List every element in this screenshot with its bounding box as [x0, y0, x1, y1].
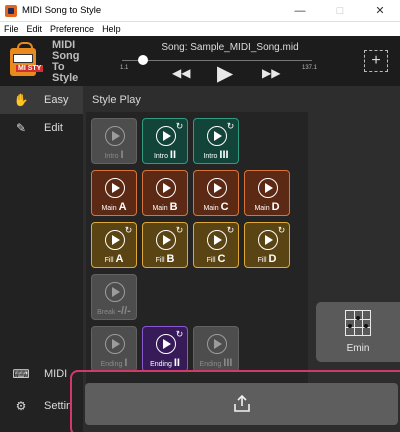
menu-bar: File Edit Preference Help	[0, 22, 400, 36]
pad-ending-2[interactable]: ↻ Ending II	[142, 326, 188, 372]
pad-ending-1[interactable]: Ending I	[91, 326, 137, 372]
sidebar-item-label: Settin	[44, 400, 73, 412]
chord-button[interactable]: Emin	[316, 302, 400, 362]
pad-fill-1[interactable]: ↻ Fill A	[91, 222, 137, 268]
play-circle-icon	[105, 178, 125, 198]
menu-help[interactable]: Help	[98, 24, 125, 34]
pad-label: Main D	[254, 201, 280, 213]
play-icon[interactable]: ▶	[217, 61, 233, 86]
loop-icon: ↻	[277, 225, 286, 235]
pad-label: Main A	[101, 201, 127, 213]
pad-fill-4[interactable]: ↻ Fill D	[244, 222, 290, 268]
gear-icon: ⚙	[15, 399, 27, 413]
pad-label: Intro II	[153, 149, 177, 161]
play-circle-icon	[258, 230, 278, 250]
sidebar-item-label: MIDI	[44, 368, 68, 380]
menu-edit[interactable]: Edit	[23, 24, 47, 34]
pad-label: Break -//-	[97, 305, 131, 317]
maximize-button[interactable]: □	[320, 0, 360, 22]
seek-knob[interactable]	[138, 55, 148, 65]
logo-text: MIDI Song To Style	[52, 39, 80, 84]
pad-break-1[interactable]: Break -//-	[91, 274, 137, 320]
chord-name: Emin	[346, 343, 370, 354]
play-circle-icon	[207, 334, 227, 354]
pad-label: Fill A	[104, 253, 124, 265]
app-icon	[5, 4, 17, 17]
page-title: Style Play	[92, 94, 141, 106]
pad-label: Intro III	[203, 149, 229, 161]
pad-label: Fill D	[257, 253, 277, 265]
pad-intro-2[interactable]: ↻ Intro II	[142, 118, 188, 164]
edit-pencil-icon: ✎	[15, 121, 27, 135]
play-circle-icon	[258, 178, 278, 198]
add-song-button[interactable]: +	[364, 50, 388, 72]
pad-label: Intro I	[104, 149, 124, 161]
pad-fill-2[interactable]: ↻ Fill B	[142, 222, 188, 268]
pad-label: Ending I	[100, 357, 128, 369]
pad-main-2[interactable]: Main B	[142, 170, 188, 216]
play-circle-icon	[207, 126, 227, 146]
seek-start-label: 1.1	[120, 65, 129, 71]
pad-main-3[interactable]: Main C	[193, 170, 239, 216]
pad-label: Ending II	[150, 357, 180, 369]
play-circle-icon	[207, 230, 227, 250]
loop-icon: ↻	[226, 121, 235, 131]
loop-icon: ↻	[124, 225, 133, 235]
menu-file[interactable]: File	[0, 24, 23, 34]
pad-label: Main B	[152, 201, 178, 213]
seek-end-label: 137.1	[302, 65, 318, 71]
window-title: MIDI Song to Style	[22, 5, 102, 16]
minimize-button[interactable]: —	[280, 0, 320, 22]
pad-label: Ending III	[199, 357, 233, 369]
midi-keyboard-icon: ⌨	[12, 367, 30, 381]
loop-icon: ↻	[226, 225, 235, 235]
window-title-bar: MIDI Song to Style — □ ✕	[0, 0, 400, 22]
pad-main-1[interactable]: Main A	[91, 170, 137, 216]
play-circle-icon	[105, 126, 125, 146]
play-circle-icon	[207, 178, 227, 198]
app-header: MI STY MIDI Song To Style Song: Sample_M…	[0, 36, 400, 86]
play-circle-icon	[105, 334, 125, 354]
play-circle-icon	[156, 126, 176, 146]
app-logo: MI STY	[8, 42, 46, 80]
chord-diagram-icon	[345, 310, 371, 336]
pad-ending-3[interactable]: Ending III	[193, 326, 239, 372]
sidebar-item-label: Edit	[44, 122, 63, 134]
easy-hand-icon: ✋	[13, 93, 29, 107]
share-button[interactable]	[85, 383, 398, 425]
play-circle-icon	[156, 230, 176, 250]
sidebar-item-easy[interactable]: ✋ Easy	[0, 86, 83, 114]
fast-forward-icon[interactable]: ▶▶	[262, 66, 280, 80]
pad-main-4[interactable]: Main D	[244, 170, 290, 216]
pad-intro-1[interactable]: Intro I	[91, 118, 137, 164]
loop-icon: ↻	[175, 225, 184, 235]
loop-icon: ↻	[175, 121, 184, 131]
pad-label: Fill C	[206, 253, 226, 265]
sidebar-item-label: Easy	[44, 94, 69, 106]
pad-intro-3[interactable]: ↻ Intro III	[193, 118, 239, 164]
rewind-icon[interactable]: ◀◀	[172, 66, 190, 80]
pad-fill-3[interactable]: ↻ Fill C	[193, 222, 239, 268]
play-circle-icon	[105, 282, 125, 302]
pad-label: Fill B	[155, 253, 175, 265]
song-title: Song: Sample_MIDI_Song.mid	[161, 42, 299, 53]
window-controls: — □ ✕	[280, 0, 400, 22]
play-circle-icon	[156, 334, 176, 354]
share-export-icon	[233, 394, 250, 412]
pad-label: Main C	[203, 201, 229, 213]
loop-icon: ↻	[175, 329, 184, 339]
play-circle-icon	[105, 230, 125, 250]
close-button[interactable]: ✕	[360, 0, 400, 22]
menu-preference[interactable]: Preference	[46, 24, 98, 34]
play-circle-icon	[156, 178, 176, 198]
sidebar-item-edit[interactable]: ✎ Edit	[0, 114, 83, 142]
